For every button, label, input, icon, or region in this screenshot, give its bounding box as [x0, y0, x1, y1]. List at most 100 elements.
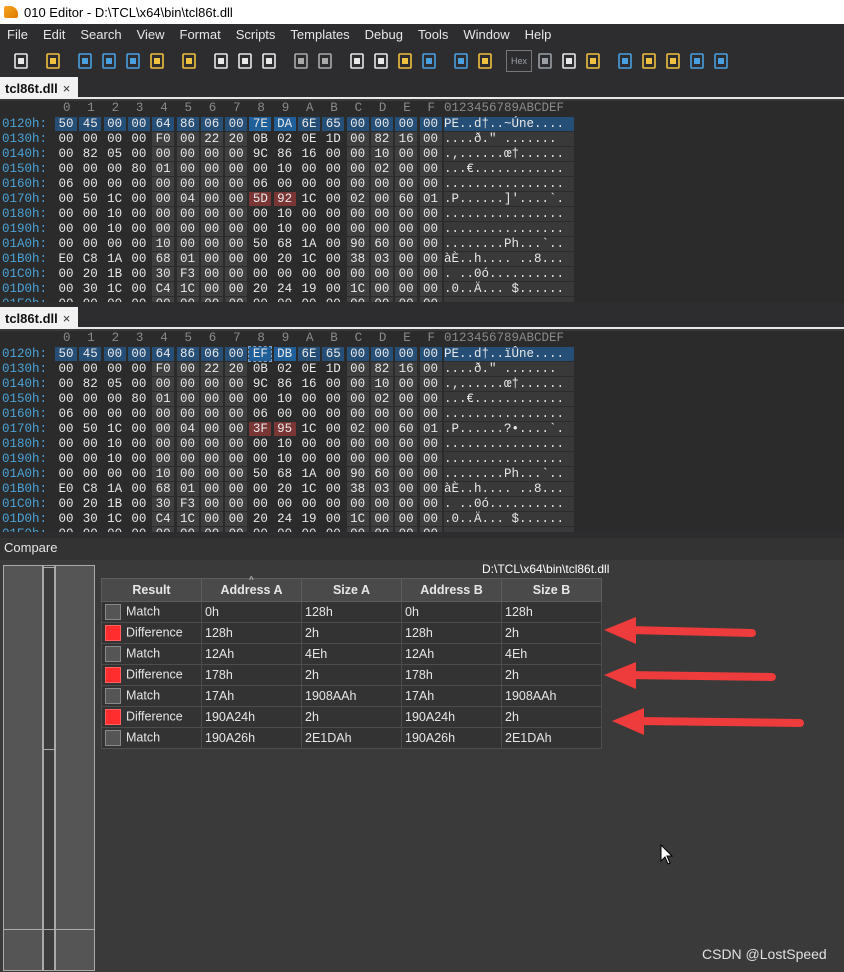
hex-byte[interactable]: 16 — [395, 132, 418, 146]
hex-byte[interactable]: 00 — [200, 437, 223, 451]
hex-byte[interactable]: 38 — [346, 252, 369, 266]
hex-byte[interactable]: 00 — [322, 467, 344, 481]
hex-byte[interactable]: F0 — [152, 362, 175, 376]
hex-byte[interactable]: 00 — [346, 362, 369, 376]
hex-ascii[interactable]: ...€............ — [444, 392, 574, 406]
hex-byte[interactable]: 00 — [176, 467, 199, 481]
hex-byte[interactable]: 64 — [152, 117, 175, 131]
hex-byte[interactable]: 00 — [346, 117, 369, 131]
menu-templates[interactable]: Templates — [283, 24, 357, 45]
hex-byte[interactable]: 00 — [298, 177, 320, 191]
hex-byte[interactable]: 20 — [225, 132, 248, 146]
hex-byte[interactable]: 20 — [249, 282, 271, 296]
hex-byte[interactable]: 00 — [370, 407, 393, 421]
hex-byte[interactable]: 00 — [176, 237, 199, 251]
find-icon[interactable] — [346, 50, 368, 72]
swap-icon[interactable] — [662, 50, 684, 72]
hex-byte[interactable]: 00 — [419, 162, 442, 176]
hex-byte[interactable]: 00 — [79, 177, 101, 191]
hex-byte[interactable]: 00 — [128, 422, 150, 436]
hex-byte[interactable]: 00 — [225, 282, 248, 296]
hex-byte[interactable]: 01 — [152, 392, 175, 406]
hex-byte[interactable]: 22 — [200, 362, 223, 376]
hex-byte[interactable]: 1A — [298, 467, 320, 481]
hex-byte[interactable]: 0B — [249, 362, 271, 376]
hex-byte[interactable]: 00 — [128, 222, 150, 236]
hex-byte[interactable]: 00 — [346, 437, 369, 451]
compare-icon[interactable] — [450, 50, 472, 72]
hex-byte[interactable]: 1D — [322, 362, 344, 376]
hex-toggle-icon[interactable]: Hex — [506, 50, 532, 72]
hex-byte[interactable]: 00 — [346, 347, 369, 361]
hex-byte[interactable]: 01 — [419, 192, 442, 206]
hex-ascii[interactable]: ................ — [444, 437, 574, 451]
hex-byte[interactable]: 22 — [200, 132, 223, 146]
menu-tools[interactable]: Tools — [411, 24, 456, 45]
hex-byte[interactable]: 00 — [346, 497, 369, 511]
compare-row[interactable]: Match 190A26h 2E1DAh 190A26h 2E1DAh — [101, 727, 602, 749]
hex-byte[interactable]: C4 — [152, 512, 175, 526]
hex-byte[interactable]: 00 — [322, 377, 344, 391]
hex-byte[interactable]: 00 — [200, 207, 223, 221]
hex-byte[interactable]: 00 — [55, 132, 77, 146]
hex-byte[interactable]: 1C — [346, 512, 369, 526]
hex-byte[interactable]: 00 — [419, 512, 442, 526]
copy-icon[interactable] — [234, 50, 256, 72]
hex-byte[interactable]: 00 — [152, 207, 175, 221]
hex-byte[interactable]: 24 — [274, 282, 296, 296]
hex-byte[interactable]: 00 — [225, 497, 248, 511]
hex-byte[interactable]: 1A — [298, 237, 320, 251]
hex-byte[interactable]: 10 — [370, 377, 393, 391]
column-header-address-b[interactable]: Address B — [401, 578, 502, 602]
hex-byte[interactable]: 00 — [298, 437, 320, 451]
hex-byte[interactable]: 00 — [395, 117, 418, 131]
menu-view[interactable]: View — [130, 24, 173, 45]
hex-byte[interactable]: 00 — [370, 452, 393, 466]
hex-byte[interactable]: 1D — [322, 132, 344, 146]
hex-byte[interactable]: 00 — [152, 222, 175, 236]
menu-file[interactable]: File — [0, 24, 36, 45]
templates-icon[interactable] — [474, 50, 496, 72]
menu-help[interactable]: Help — [518, 24, 560, 45]
hex-byte[interactable]: 00 — [298, 407, 320, 421]
hex-byte[interactable]: 00 — [200, 252, 223, 266]
hex-byte[interactable]: 10 — [104, 207, 126, 221]
hex-byte[interactable]: DB — [273, 347, 296, 361]
hex-byte[interactable]: 00 — [128, 497, 150, 511]
hex-byte[interactable]: 10 — [104, 437, 126, 451]
hex-byte[interactable]: 00 — [322, 267, 344, 281]
hex-byte[interactable]: 3F — [249, 422, 272, 436]
hex-byte[interactable]: 0B — [249, 132, 271, 146]
histogram-icon[interactable] — [686, 50, 708, 72]
hex-byte[interactable]: 00 — [249, 207, 271, 221]
hex-byte[interactable]: 6E — [298, 117, 320, 131]
hex-byte[interactable]: 00 — [395, 267, 418, 281]
hex-byte[interactable]: 00 — [298, 267, 320, 281]
hex-byte[interactable]: 00 — [274, 177, 296, 191]
hex-byte[interactable]: 00 — [395, 467, 418, 481]
compare-row[interactable]: Difference 190A24h 2h 190A24h 2h — [101, 706, 602, 728]
hex-byte[interactable]: 00 — [298, 162, 320, 176]
hex-byte[interactable]: 86 — [176, 347, 199, 361]
hex-byte[interactable]: 00 — [322, 192, 344, 206]
hex-byte[interactable]: 00 — [200, 162, 223, 176]
hex-byte[interactable]: 00 — [322, 497, 344, 511]
hex-byte[interactable]: 00 — [79, 437, 101, 451]
hex-byte[interactable]: 00 — [152, 437, 175, 451]
hex-ascii[interactable]: ........Ph...`.. — [444, 237, 574, 251]
hex-byte[interactable]: 30 — [152, 497, 175, 511]
hex-byte[interactable]: 00 — [128, 207, 150, 221]
hex-byte[interactable]: 06 — [249, 177, 271, 191]
hex-byte[interactable]: 00 — [419, 467, 442, 481]
columns-icon[interactable] — [558, 50, 580, 72]
hex-byte[interactable]: 00 — [322, 512, 344, 526]
compare-row[interactable]: Match 0h 128h 0h 128h — [101, 601, 602, 623]
hex-byte[interactable]: 45 — [79, 117, 102, 131]
tab-file-b[interactable]: tcl86t.dll × — [0, 307, 78, 329]
save-as-icon[interactable] — [98, 50, 120, 72]
hex-byte[interactable]: 00 — [55, 392, 77, 406]
hex-byte[interactable]: 00 — [298, 207, 320, 221]
hex-byte[interactable]: 00 — [79, 392, 101, 406]
hex-byte[interactable]: 00 — [419, 407, 442, 421]
hex-byte[interactable]: 00 — [176, 177, 199, 191]
